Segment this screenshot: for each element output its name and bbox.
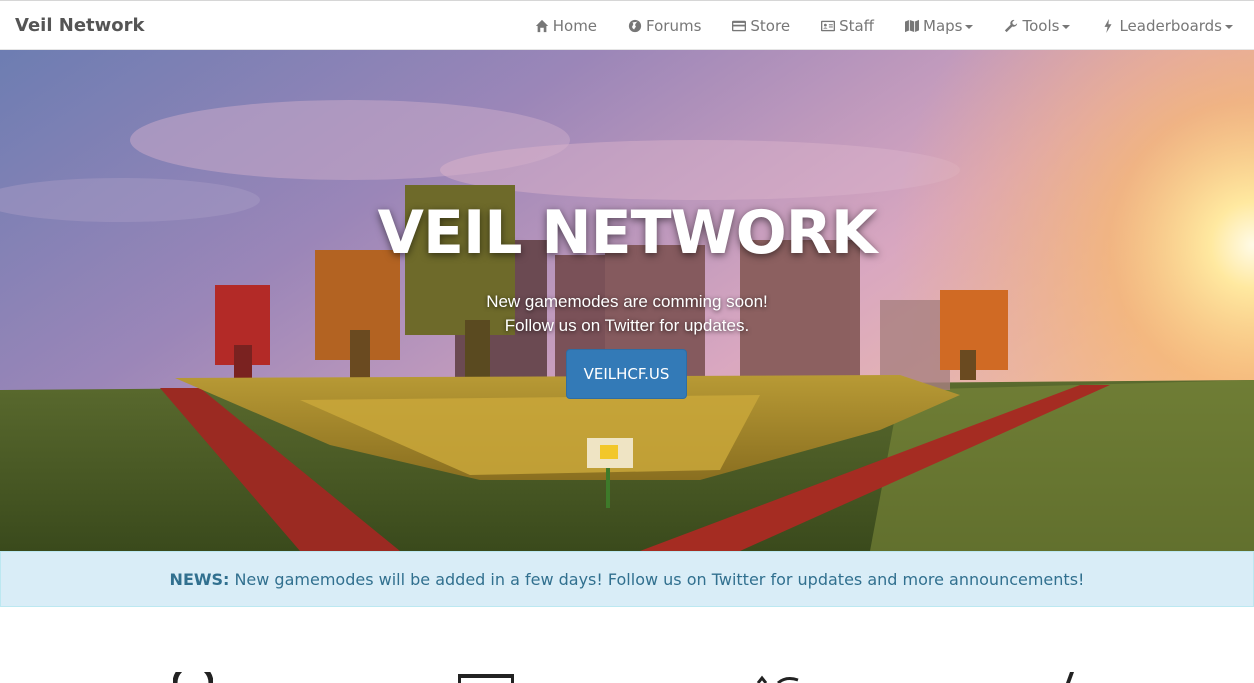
bolt-icon xyxy=(1100,19,1116,33)
nav-item-home[interactable]: Home xyxy=(519,1,612,51)
nav-item-label: Maps xyxy=(923,17,963,35)
nav-item-label: Tools xyxy=(1022,17,1060,35)
credit-card-icon xyxy=(731,19,747,33)
nav-item-label: Home xyxy=(552,17,598,35)
chevron-down-icon xyxy=(1062,25,1071,29)
nav-item-store[interactable]: Store xyxy=(716,1,805,51)
nav-item-label: Forums xyxy=(646,17,702,35)
nav-item-forums[interactable]: Forums xyxy=(612,1,716,51)
top-navbar: Veil Network Home Forums Store Staff Map… xyxy=(0,0,1254,50)
nav-item-label: Staff xyxy=(839,17,874,35)
nav-item-label: Store xyxy=(750,17,791,35)
hero-title: VEIL NETWORK xyxy=(377,198,878,268)
feature-icon-4 xyxy=(1066,672,1074,683)
home-icon xyxy=(534,19,550,33)
chevron-down-icon xyxy=(1225,25,1233,29)
map-icon xyxy=(904,19,920,33)
wrench-icon xyxy=(1003,19,1019,33)
chevron-down-icon xyxy=(965,25,974,29)
feature-icon-3 xyxy=(756,675,799,683)
hero-subtitle-line1: New gamemodes are comming soon! xyxy=(486,292,768,311)
news-label: NEWS: xyxy=(169,569,230,589)
nav-item-tools[interactable]: Tools xyxy=(988,1,1085,51)
brand-link[interactable]: Veil Network xyxy=(15,1,144,51)
id-card-icon xyxy=(820,19,836,33)
feature-icon-1 xyxy=(173,672,213,683)
server-ip-button[interactable]: VEILHCF.US xyxy=(566,349,687,399)
hero-banner: VEIL NETWORK New gamemodes are comming s… xyxy=(0,50,1254,551)
hero-subtitle-line2: Follow us on Twitter for updates. xyxy=(504,316,750,335)
nav-item-label: Leaderboards xyxy=(1119,17,1222,35)
globe-icon xyxy=(627,19,643,33)
nav-item-maps[interactable]: Maps xyxy=(889,1,988,51)
nav-item-staff[interactable]: Staff xyxy=(805,1,889,51)
news-alert: NEWS: New gamemodes will be added in a f… xyxy=(0,551,1254,607)
feature-icon-2 xyxy=(458,674,514,683)
nav-item-leaderboards[interactable]: Leaderboards xyxy=(1085,1,1248,51)
news-text: New gamemodes will be added in a few day… xyxy=(234,569,1085,589)
nav-menu: Home Forums Store Staff Maps Tools Leade… xyxy=(519,1,1248,51)
